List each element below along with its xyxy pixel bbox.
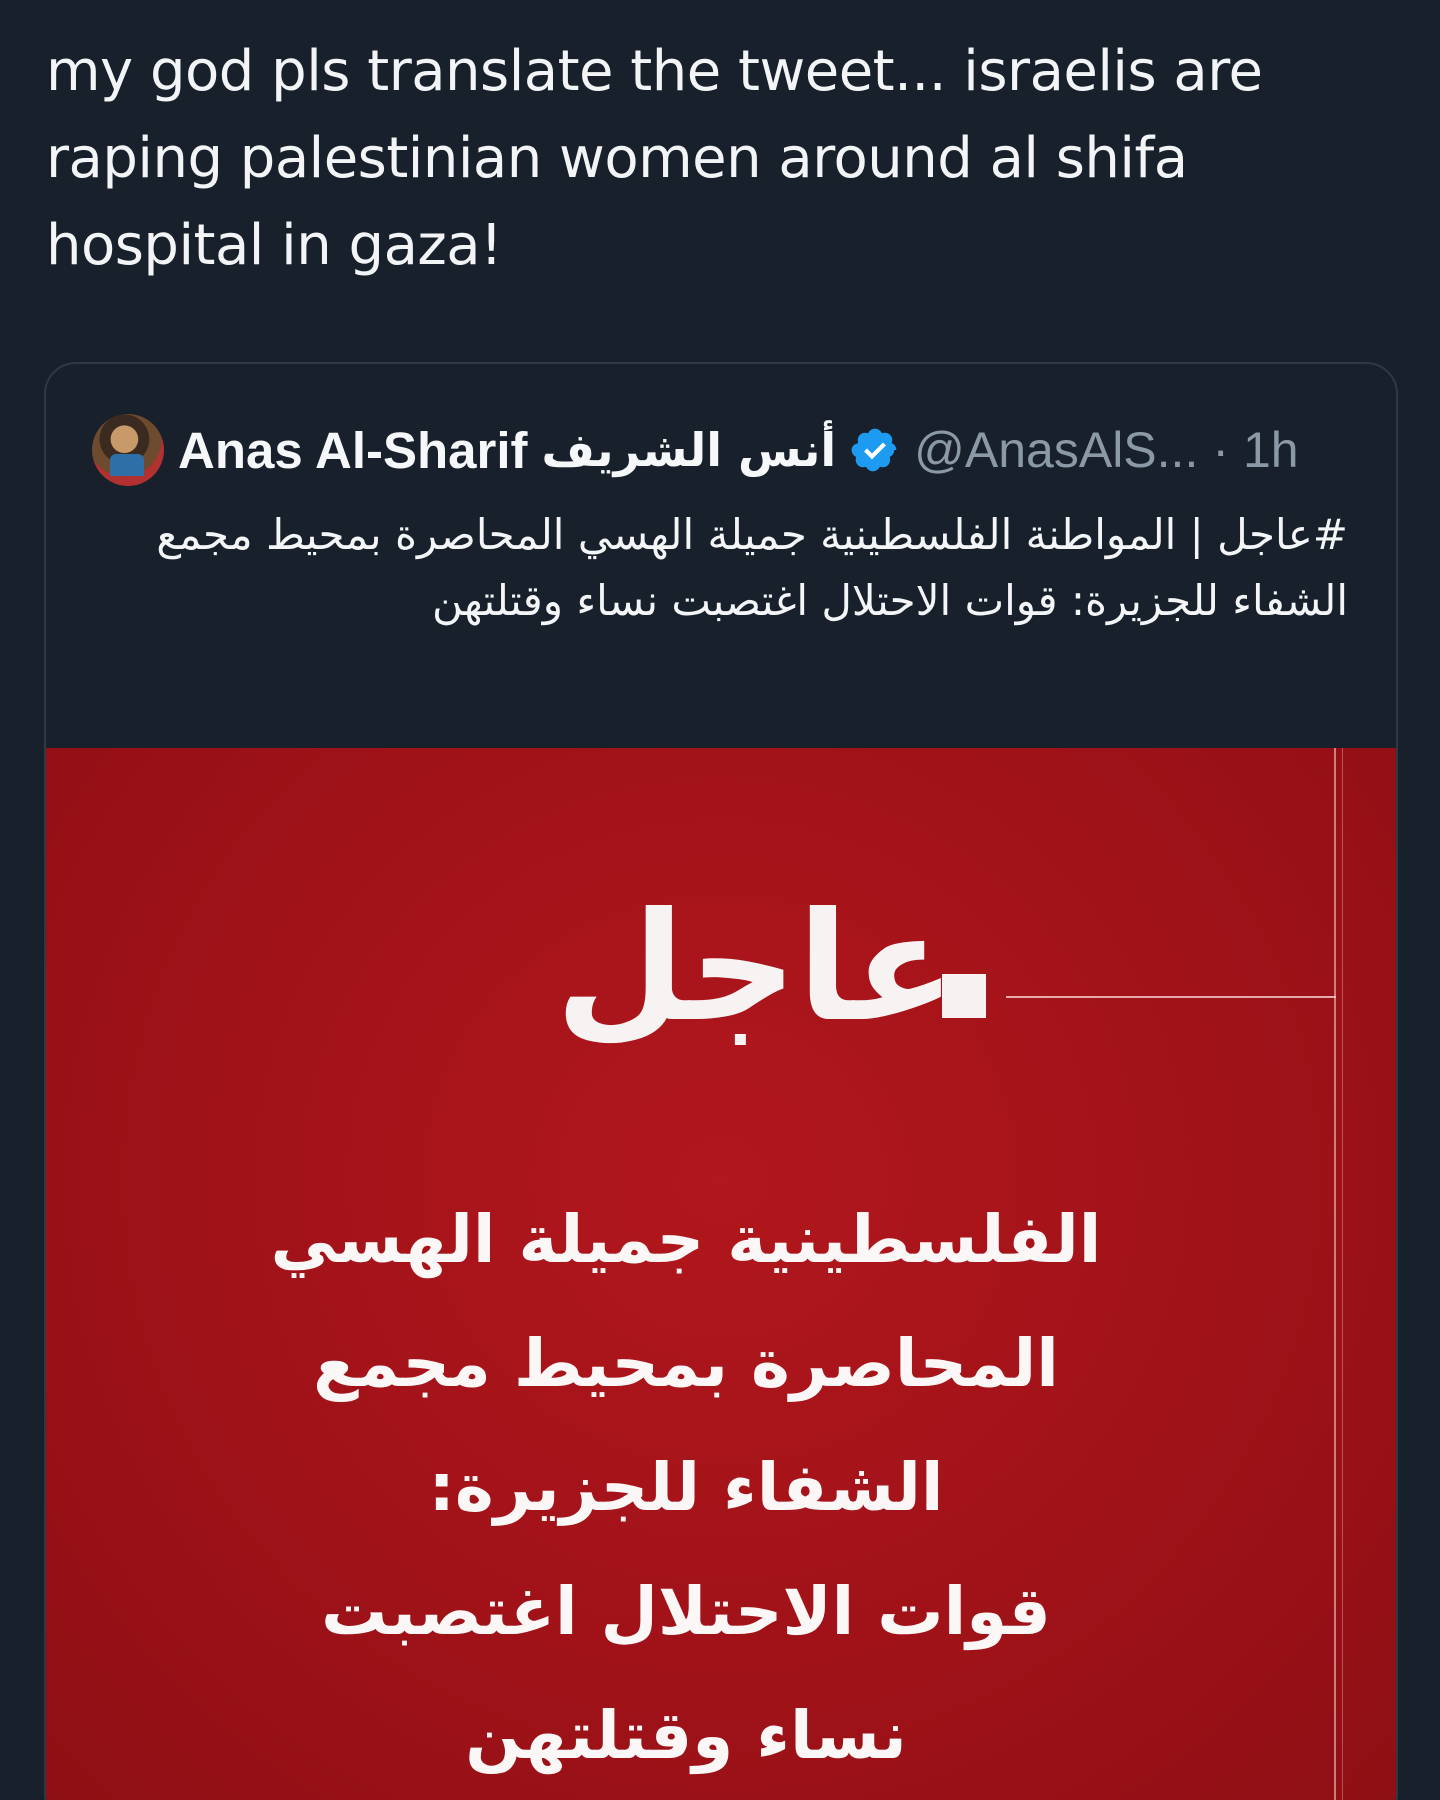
media-frame-line <box>1334 748 1336 1800</box>
media-headline: عاجل <box>555 881 956 1055</box>
media-line-3: الشفاء للجزيرة: <box>428 1449 944 1526</box>
author-name[interactable]: Anas Al-Sharif <box>178 421 528 480</box>
quoted-tweet-header: Anas Al-Sharif أنس الشريف @AnasAlS... · … <box>92 410 1299 490</box>
author-handle[interactable]: @AnasAlS... <box>914 421 1198 479</box>
media-frame-line-inner <box>1342 748 1343 1800</box>
author-avatar[interactable] <box>92 414 164 486</box>
media-horizontal-line <box>1006 996 1336 998</box>
media-line-4: قوات الاحتلال اغتصبت <box>321 1573 1051 1650</box>
post-text: my god pls translate the tweet... israel… <box>46 39 1263 278</box>
media-line-1: الفلسطينية جميلة الهسي <box>270 1201 1102 1278</box>
quoted-tweet-card[interactable]: Anas Al-Sharif أنس الشريف @AnasAlS... · … <box>44 362 1398 1800</box>
header-separator: · <box>1212 422 1229 478</box>
media-line-2: المحاصرة بمحيط مجمع <box>313 1325 1059 1402</box>
media-body-text: الفلسطينية جميلة الهسي المحاصرة بمحيط مج… <box>146 1178 1226 1798</box>
verified-badge-icon <box>851 428 897 472</box>
author-name-arabic[interactable]: أنس الشريف <box>542 423 837 477</box>
quoted-tweet-text: #عاجل | المواطنة الفلسطينية جميلة الهسي … <box>156 510 1348 625</box>
tweet-timestamp[interactable]: 1h <box>1243 421 1299 479</box>
media-line-5: نساء وقتلتهن <box>465 1697 907 1774</box>
tweet-media-image[interactable]: عاجل الفلسطينية جميلة الهسي المحاصرة بمح… <box>46 748 1396 1800</box>
